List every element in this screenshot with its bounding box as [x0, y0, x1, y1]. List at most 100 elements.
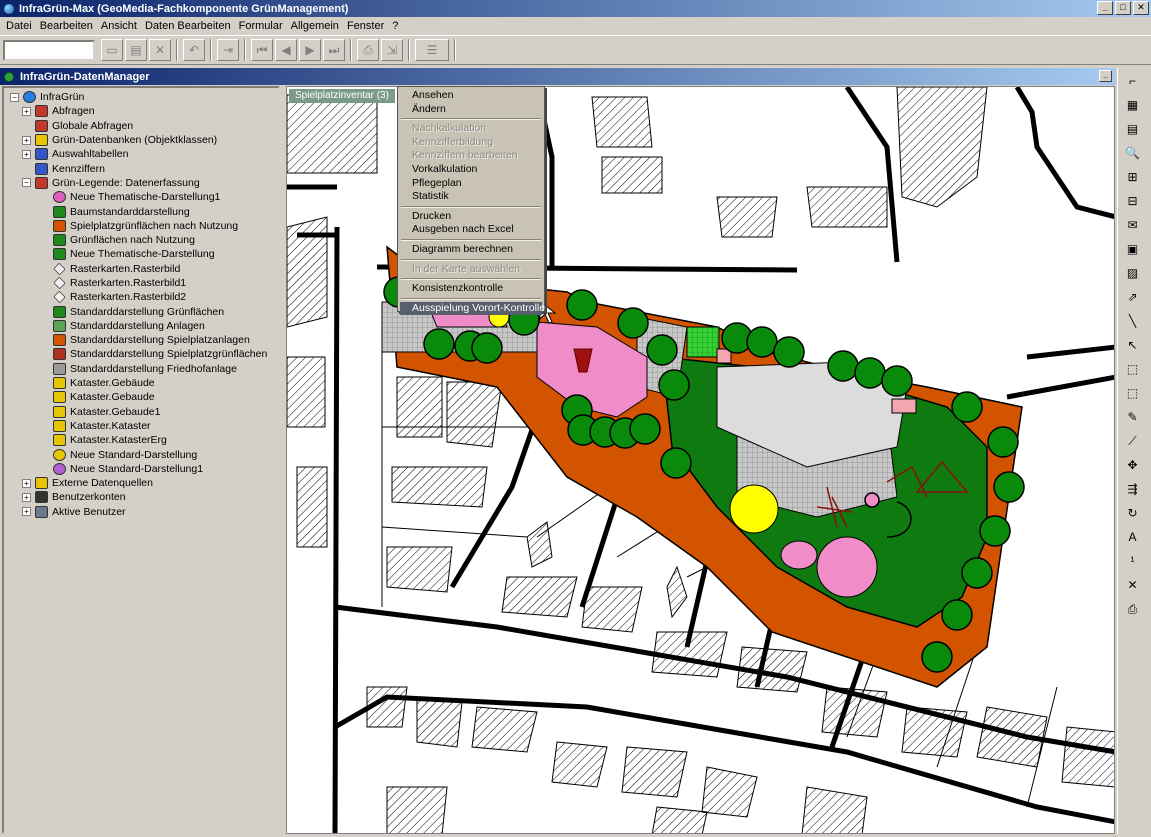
- tree-item[interactable]: Standarddarstellung Friedhofanlage: [4, 362, 278, 376]
- new-icon[interactable]: ▭: [101, 39, 123, 61]
- zoom-in-icon[interactable]: ⊞: [1122, 166, 1144, 188]
- sandpit-area: [780, 540, 818, 570]
- tree-item[interactable]: Globale Abfragen: [4, 119, 278, 133]
- record-combo[interactable]: [3, 39, 95, 61]
- line-tool-icon[interactable]: ⌐: [1122, 70, 1144, 92]
- mail-icon[interactable]: ✉: [1122, 214, 1144, 236]
- maximize-button[interactable]: □: [1115, 1, 1131, 15]
- insert-icon[interactable]: ⇥: [217, 39, 239, 61]
- tree-item[interactable]: Kataster.KatasterErg: [4, 433, 278, 447]
- context-menu-item[interactable]: Statistik: [400, 190, 542, 204]
- tree-item[interactable]: Standarddarstellung Grünflächen: [4, 304, 278, 318]
- tree-item[interactable]: Neue Thematische-Darstellung1: [4, 190, 278, 204]
- tree-item[interactable]: + Auswahltabellen: [4, 147, 278, 161]
- menu-daten-bearbeiten[interactable]: Daten Bearbeiten: [141, 20, 235, 32]
- text-icon[interactable]: A: [1122, 526, 1144, 548]
- vertex-icon[interactable]: ⟋: [1122, 430, 1144, 452]
- first-record-icon[interactable]: ⏮: [251, 39, 273, 61]
- close-button[interactable]: ✕: [1133, 1, 1149, 15]
- tree-item[interactable]: Rasterkarten.Rasterbild1: [4, 276, 278, 290]
- print-preview-icon[interactable]: ⎙: [357, 39, 379, 61]
- delete-record-icon[interactable]: ✕: [149, 39, 171, 61]
- tree-item[interactable]: Kataster.Kataster: [4, 419, 278, 433]
- expand-icon[interactable]: +: [22, 149, 31, 159]
- last-record-icon[interactable]: ⏭: [323, 39, 345, 61]
- tree-item-label: InfraGrün: [40, 91, 85, 104]
- tree-item[interactable]: Rasterkarten.Rasterbild2: [4, 290, 278, 304]
- path-icon[interactable]: ⇗: [1122, 286, 1144, 308]
- next-record-icon[interactable]: ▶: [299, 39, 321, 61]
- tree-item[interactable]: Spielplatzgrünflächen nach Nutzung: [4, 219, 278, 233]
- select-fence-icon[interactable]: ⬚: [1122, 382, 1144, 404]
- context-menu-item[interactable]: Ausgeben nach Excel: [400, 223, 542, 237]
- tree-item[interactable]: Rasterkarten.Rasterbild: [4, 262, 278, 276]
- expand-icon[interactable]: +: [22, 492, 31, 502]
- delete-icon[interactable]: ✕: [1122, 574, 1144, 596]
- context-menu-item[interactable]: Drucken: [400, 210, 542, 224]
- select-area-icon[interactable]: ⬚: [1122, 358, 1144, 380]
- tree-item[interactable]: Grünflächen nach Nutzung: [4, 233, 278, 247]
- context-menu-item[interactable]: Konsistenzkontrolle: [400, 282, 542, 296]
- label-icon[interactable]: ¹: [1122, 550, 1144, 572]
- tree-item[interactable]: Baumstandarddarstellung: [4, 204, 278, 218]
- menu-help[interactable]: ?: [388, 20, 402, 32]
- layers-icon[interactable]: ▦: [1122, 94, 1144, 116]
- context-menu-item[interactable]: Ansehen: [400, 89, 542, 103]
- tree-item[interactable]: Kennziffern: [4, 161, 278, 175]
- panel-minimize-button[interactable]: _: [1099, 70, 1112, 82]
- tree-item[interactable]: Standarddarstellung Anlagen: [4, 319, 278, 333]
- context-menu-item[interactable]: Vorkalkulation: [400, 163, 542, 177]
- zoom-out-icon[interactable]: ⊟: [1122, 190, 1144, 212]
- move-icon[interactable]: ✥: [1122, 454, 1144, 476]
- tree-item[interactable]: Neue Standard-Darstellung: [4, 447, 278, 461]
- tree-item[interactable]: Standarddarstellung Spielplatzgrünfläche…: [4, 347, 278, 361]
- context-menu-item[interactable]: Diagramm berechnen: [400, 243, 542, 257]
- grid-icon[interactable]: ▣: [1122, 238, 1144, 260]
- menu-formular[interactable]: Formular: [235, 20, 287, 32]
- collapse-icon[interactable]: −: [22, 178, 31, 188]
- context-menu-item[interactable]: Ausspielung Vorort-Kontrolle: [400, 301, 545, 316]
- datamanager-tree[interactable]: − InfraGrün + Abfragen Globale Abfragen + Grün…: [2, 86, 280, 834]
- tree-view-icon[interactable]: ☰: [415, 39, 449, 61]
- tree-item[interactable]: + Benutzerkonten: [4, 490, 278, 504]
- tree-item[interactable]: − Grün-Legende: Datenerfassung: [4, 176, 278, 190]
- tree-item[interactable]: Kataster.Gebaude1: [4, 405, 278, 419]
- tree-item[interactable]: Neue Standard-Darstellung1: [4, 462, 278, 476]
- tree-item[interactable]: Kataster.Gebaude: [4, 390, 278, 404]
- tree-item[interactable]: Kataster.Gebäude: [4, 376, 278, 390]
- tree-item[interactable]: + Grün-Datenbanken (Objektklassen): [4, 133, 278, 147]
- collapse-icon[interactable]: −: [10, 92, 19, 102]
- context-menu-item[interactable]: Pflegeplan: [400, 177, 542, 191]
- measure-icon[interactable]: ╲: [1122, 310, 1144, 332]
- expand-icon[interactable]: +: [22, 106, 31, 116]
- split-icon[interactable]: ⇶: [1122, 478, 1144, 500]
- expand-icon[interactable]: +: [22, 507, 31, 517]
- print-icon[interactable]: ⎙: [1122, 598, 1144, 620]
- edit-icon[interactable]: ✎: [1122, 406, 1144, 428]
- save-icon[interactable]: ▤: [125, 39, 147, 61]
- expand-icon[interactable]: +: [22, 478, 31, 488]
- menu-fenster[interactable]: Fenster: [343, 20, 388, 32]
- menu-ansicht[interactable]: Ansicht: [97, 20, 141, 32]
- export-icon[interactable]: ⇲: [381, 39, 403, 61]
- raster-tool-icon[interactable]: ▨: [1122, 262, 1144, 284]
- tree-item[interactable]: + Abfragen: [4, 104, 278, 118]
- tree-item[interactable]: + Aktive Benutzer: [4, 505, 278, 519]
- tree-item[interactable]: + Externe Datenquellen: [4, 476, 278, 490]
- folder-icon[interactable]: ▤: [1122, 118, 1144, 140]
- menu-allgemein[interactable]: Allgemein: [287, 20, 343, 32]
- undo-icon[interactable]: ↶: [183, 39, 205, 61]
- context-menu-item[interactable]: Ändern: [400, 103, 542, 117]
- map-window-tab[interactable]: Spielplatzinventar (3): [289, 89, 395, 103]
- menu-bearbeiten[interactable]: Bearbeiten: [36, 20, 97, 32]
- minimize-button[interactable]: _: [1097, 1, 1113, 15]
- expand-icon[interactable]: +: [22, 135, 31, 145]
- rotate-icon[interactable]: ↻: [1122, 502, 1144, 524]
- tree-item[interactable]: Standarddarstellung Spielplatzanlagen: [4, 333, 278, 347]
- select-arrow-icon[interactable]: ↖: [1122, 334, 1144, 356]
- previous-record-icon[interactable]: ◀: [275, 39, 297, 61]
- menu-datei[interactable]: Datei: [2, 20, 36, 32]
- tree-item[interactable]: Neue Thematische-Darstellung: [4, 247, 278, 261]
- tree-item[interactable]: − InfraGrün: [4, 90, 278, 104]
- zoom-icon[interactable]: 🔍: [1122, 142, 1144, 164]
